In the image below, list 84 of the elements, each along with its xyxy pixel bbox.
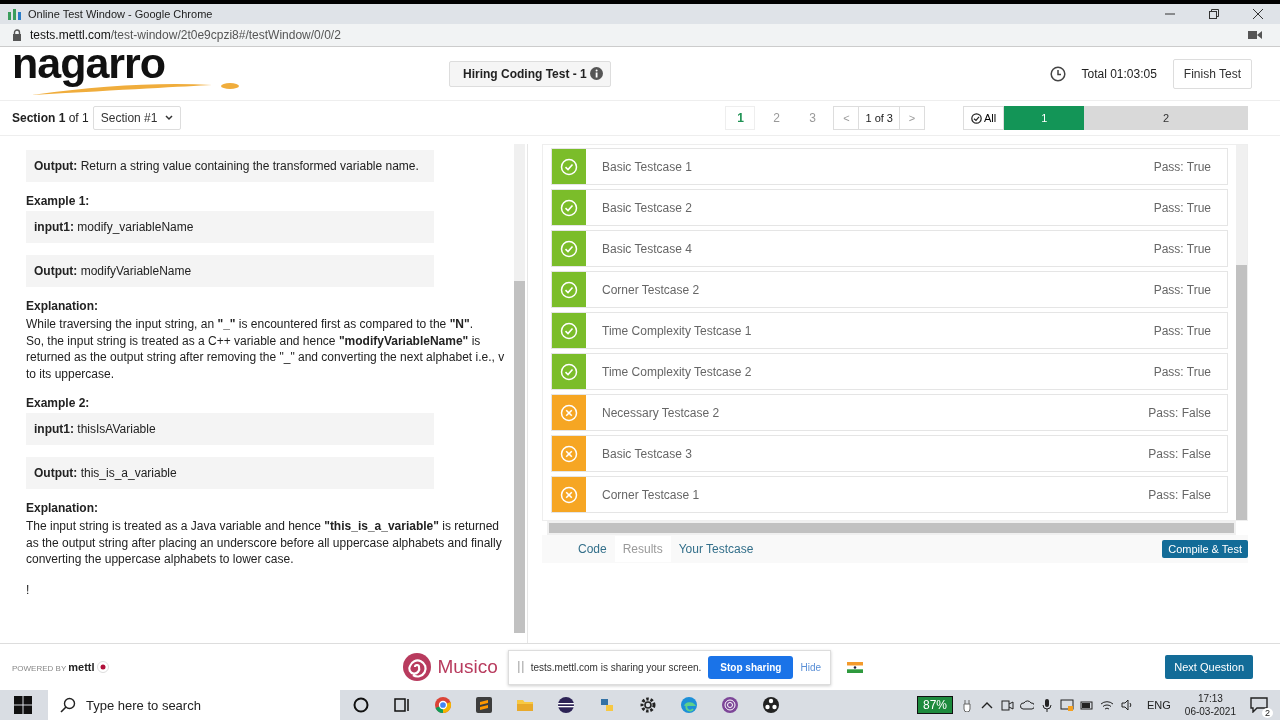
check-circle-icon: [971, 112, 982, 124]
microphone-icon: [1040, 698, 1054, 712]
testcase-status: Pass: False: [1148, 446, 1211, 461]
finish-test-button[interactable]: Finish Test: [1172, 58, 1252, 89]
wifi-icon: [1100, 698, 1114, 712]
display-icon: [1060, 698, 1074, 712]
flag-icon: [847, 661, 864, 673]
example-box: input1: modify_variableName: [26, 211, 434, 243]
plug-icon: [960, 698, 974, 712]
scrollbar[interactable]: [1236, 145, 1247, 520]
compile-test-button[interactable]: Compile & Test: [1162, 540, 1248, 558]
testcase-name: Time Complexity Testcase 1: [602, 323, 753, 338]
hide-link[interactable]: Hide: [800, 661, 822, 673]
testcase-status: Pass: True: [1153, 282, 1211, 297]
stop-sharing-button[interactable]: Stop sharing: [708, 655, 794, 679]
testcase-status: Pass: True: [1153, 364, 1211, 379]
gear-icon: [638, 696, 657, 714]
section-label: Section 1 of 1: [12, 111, 89, 125]
section-heading: Example 1:: [26, 194, 91, 208]
testcase-name: Corner Testcase 2: [602, 282, 701, 297]
search-icon: [60, 697, 76, 713]
testcase-status: Pass: True: [1153, 159, 1211, 174]
section-heading: Explanation:: [26, 299, 99, 313]
record-dot-icon: [96, 661, 109, 673]
section-dropdown[interactable]: Section #1: [92, 106, 182, 130]
share-message: tests.mettl.com is sharing your screen.: [530, 661, 702, 673]
paragraph: The input string is treated as a Java variable and hence "this_is_a_variable" is returned as the output string after placing an underscore before all uppercase alphabets and finally converting the uppercase alphabets to lower case.: [26, 518, 503, 568]
speaker-icon: [1120, 698, 1134, 712]
lock-icon: [12, 29, 22, 41]
spiral-icon: [401, 652, 432, 682]
windows-start-icon: [14, 696, 32, 714]
notification-count: 2: [1262, 708, 1273, 718]
testcase-name: Basic Testcase 1: [602, 159, 693, 174]
nagarro-logo: nagarro: [12, 43, 237, 96]
testcase-name: Basic Testcase 3: [602, 446, 693, 461]
testcase-name: Time Complexity Testcase 2: [602, 364, 753, 379]
question-tab[interactable]: 2: [1084, 106, 1248, 130]
window-title: Online Test Window - Google Chrome: [28, 8, 214, 20]
tab[interactable]: Results: [614, 536, 671, 562]
example-box: input1: thisIsAVariable: [26, 413, 434, 445]
info-icon: [589, 67, 603, 80]
clock-time: 17:13: [1197, 692, 1223, 705]
testcase-status: Pass: True: [1153, 241, 1211, 256]
question-tab[interactable]: 1: [1004, 106, 1085, 130]
camera-icon: [1248, 30, 1262, 40]
drag-handle-icon: [517, 661, 524, 673]
clock-icon: [1050, 65, 1067, 82]
horizontal-scrollbar[interactable]: [547, 521, 1236, 535]
section-heading: Example 2:: [26, 396, 91, 410]
testcase-status: Pass: False: [1148, 487, 1211, 502]
example-box: Output: modifyVariableName: [26, 255, 434, 287]
paragraph: While traversing the input string, an "_" is encountered first as compared to the "N". So, the input string is treated as a C++ variable and hence "modifyVariableName" is returned as the output string after removing the "_" and converting the next alphabet i.e., v to its uppercase.: [26, 316, 506, 382]
language-indicator[interactable]: ENG: [1147, 699, 1171, 711]
cloud-icon: [1020, 698, 1034, 712]
task-view-icon: [392, 696, 411, 714]
paragraph: !: [26, 581, 31, 598]
clock[interactable]: 17:13 06-03-2021: [1184, 692, 1236, 718]
testcase-name: Corner Testcase 1: [602, 487, 701, 502]
all-filter-button[interactable]: All: [963, 106, 1005, 130]
powered-by-text: POWERED BY: [12, 664, 67, 673]
testcase-name: Basic Testcase 4: [602, 241, 693, 256]
testcase-status: Pass: True: [1153, 323, 1211, 338]
example-box: Output: Return a string value containing the transformed variable name.: [26, 150, 434, 182]
clock-date: 06-03-2021: [1184, 705, 1236, 718]
section-heading: Explanation:: [26, 501, 99, 515]
page-number[interactable]: 1: [725, 106, 756, 130]
next-question-button[interactable]: Next Question: [1165, 655, 1253, 679]
chevron-down-icon: [165, 115, 174, 121]
maximize-icon: [1208, 8, 1220, 20]
musico-text: Musico: [437, 656, 498, 678]
mettl-logo-text: mettl: [68, 661, 95, 673]
example-box: Output: this_is_a_variable: [26, 457, 434, 489]
test-title: Hiring Coding Test - 1: [463, 66, 587, 81]
testcase-status: Pass: True: [1153, 200, 1211, 215]
scrollbar[interactable]: [514, 144, 525, 633]
battery-percentage: 87%: [916, 696, 953, 714]
testcase-status: Pass: False: [1148, 405, 1211, 420]
cortana-icon: [351, 696, 370, 714]
testcase-name: Necessary Testcase 2: [602, 405, 721, 420]
timer-text: Total 01:03:05: [1081, 66, 1157, 81]
testcase-name: Basic Testcase 2: [602, 200, 693, 215]
close-icon: [1252, 8, 1264, 20]
battery-icon: [1080, 698, 1094, 712]
app-icon: [8, 8, 22, 20]
